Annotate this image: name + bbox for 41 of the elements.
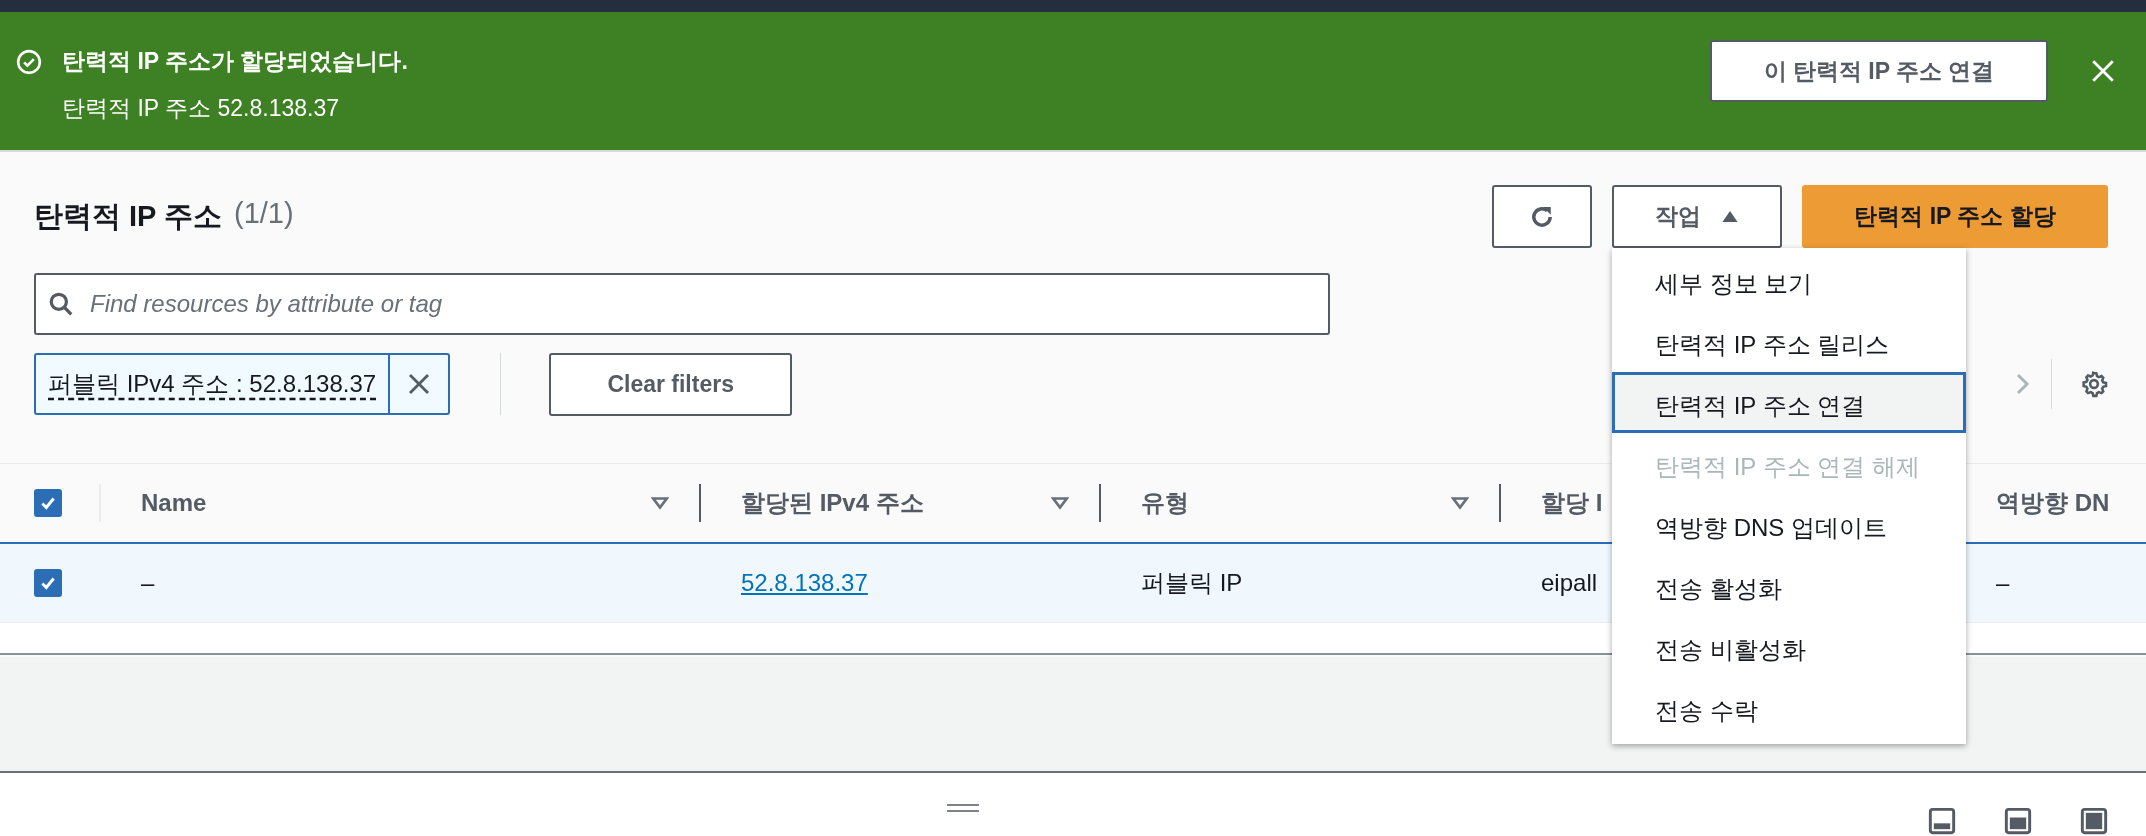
menu-item[interactable]: 탄력적 IP 주소 릴리스 [1612, 311, 1966, 372]
refresh-button[interactable] [1492, 185, 1592, 248]
menu-item[interactable]: 탄력적 IP 주소 연결 [1612, 372, 1966, 433]
caret-icon [1721, 210, 1739, 223]
actions-button[interactable]: 작업 [1612, 185, 1782, 248]
sort-icon[interactable] [1451, 496, 1469, 510]
table-cell: 퍼블릭 IP [1141, 569, 1243, 596]
table-cell: eipall [1541, 569, 1598, 596]
allocate-button[interactable]: 탄력적 IP 주소 할당 [1802, 185, 2108, 248]
column-header[interactable]: 할당 I [1541, 487, 1603, 519]
menu-item[interactable]: 전송 활성화 [1612, 555, 1966, 616]
panel-half-icon[interactable] [2004, 807, 2032, 835]
settings-icon[interactable] [2080, 370, 2108, 398]
menu-item[interactable]: 세부 정보 보기 [1612, 250, 1966, 311]
close-icon[interactable] [2090, 58, 2116, 84]
column-header[interactable]: 역방향 DN [1996, 487, 2110, 519]
banner-title: 탄력적 IP 주소가 할당되었습니다. [62, 47, 409, 76]
sort-icon[interactable] [1051, 496, 1069, 510]
banner-message: 탄력적 IP 주소 52.8.138.37 [62, 94, 340, 123]
search-icon [48, 291, 74, 317]
column-header[interactable]: 할당된 IPv4 주소 [741, 487, 924, 519]
page-title: 탄력적 IP 주소 [34, 198, 222, 234]
close-icon [407, 372, 432, 396]
clear-filters-button[interactable]: Clear filters [549, 352, 793, 416]
associate-button[interactable]: 이 탄력적 IP 주소 연결 [1710, 40, 2048, 102]
panel-full-icon[interactable] [2080, 807, 2108, 835]
check-circle-icon [16, 49, 42, 75]
column-header[interactable]: 유형 [1141, 487, 1189, 519]
column-header[interactable]: Name [141, 489, 207, 517]
row-checkbox[interactable] [34, 569, 62, 597]
select-all-checkbox[interactable] [34, 489, 62, 517]
table-cell: – [141, 569, 155, 596]
filter-label: 퍼블릭 IPv4 주소 : 52.8.138.37 [47, 369, 378, 399]
sort-icon[interactable] [651, 496, 669, 510]
table-cell: – [1996, 569, 2010, 596]
search-field[interactable]: Find resources by attribute or tag [34, 273, 1330, 335]
ip-link[interactable]: 52.8.138.37 [741, 569, 868, 596]
menu-item[interactable]: 전송 수락 [1612, 677, 1966, 738]
panel-bottom-icon[interactable] [1928, 807, 1956, 835]
resize-handle-icon[interactable] [947, 803, 979, 813]
item-count: (1/1) [234, 196, 294, 231]
